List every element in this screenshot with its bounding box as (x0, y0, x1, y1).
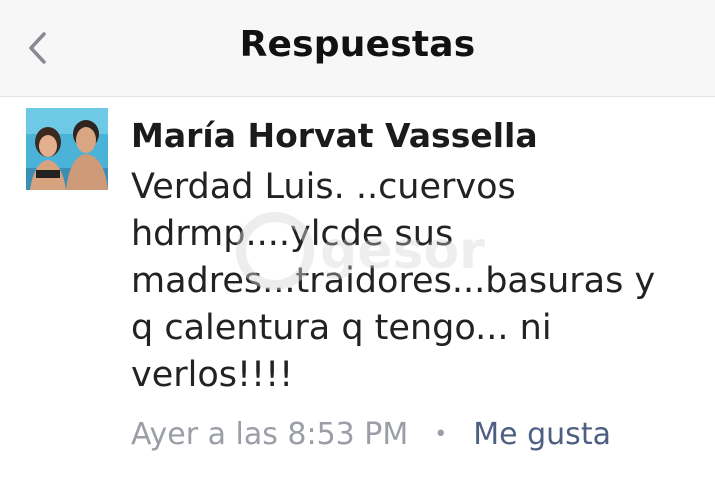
top-bar: Respuestas (0, 0, 715, 97)
reply-timestamp: Ayer a las 8:53 PM (131, 417, 409, 452)
avatar[interactable] (26, 108, 108, 190)
separator-dot: • (434, 422, 448, 447)
reply-meta: Ayer a las 8:53 PM • Me gusta (131, 415, 691, 455)
reply-author[interactable]: María Horvat Vassella (131, 112, 691, 160)
reply-item: María Horvat Vassella Verdad Luis. ..cue… (131, 112, 691, 455)
page-title: Respuestas (239, 24, 476, 65)
like-button[interactable]: Me gusta (473, 415, 611, 455)
reply-text: Verdad Luis. ..cuervos hdrmp....ylcde su… (131, 167, 656, 395)
